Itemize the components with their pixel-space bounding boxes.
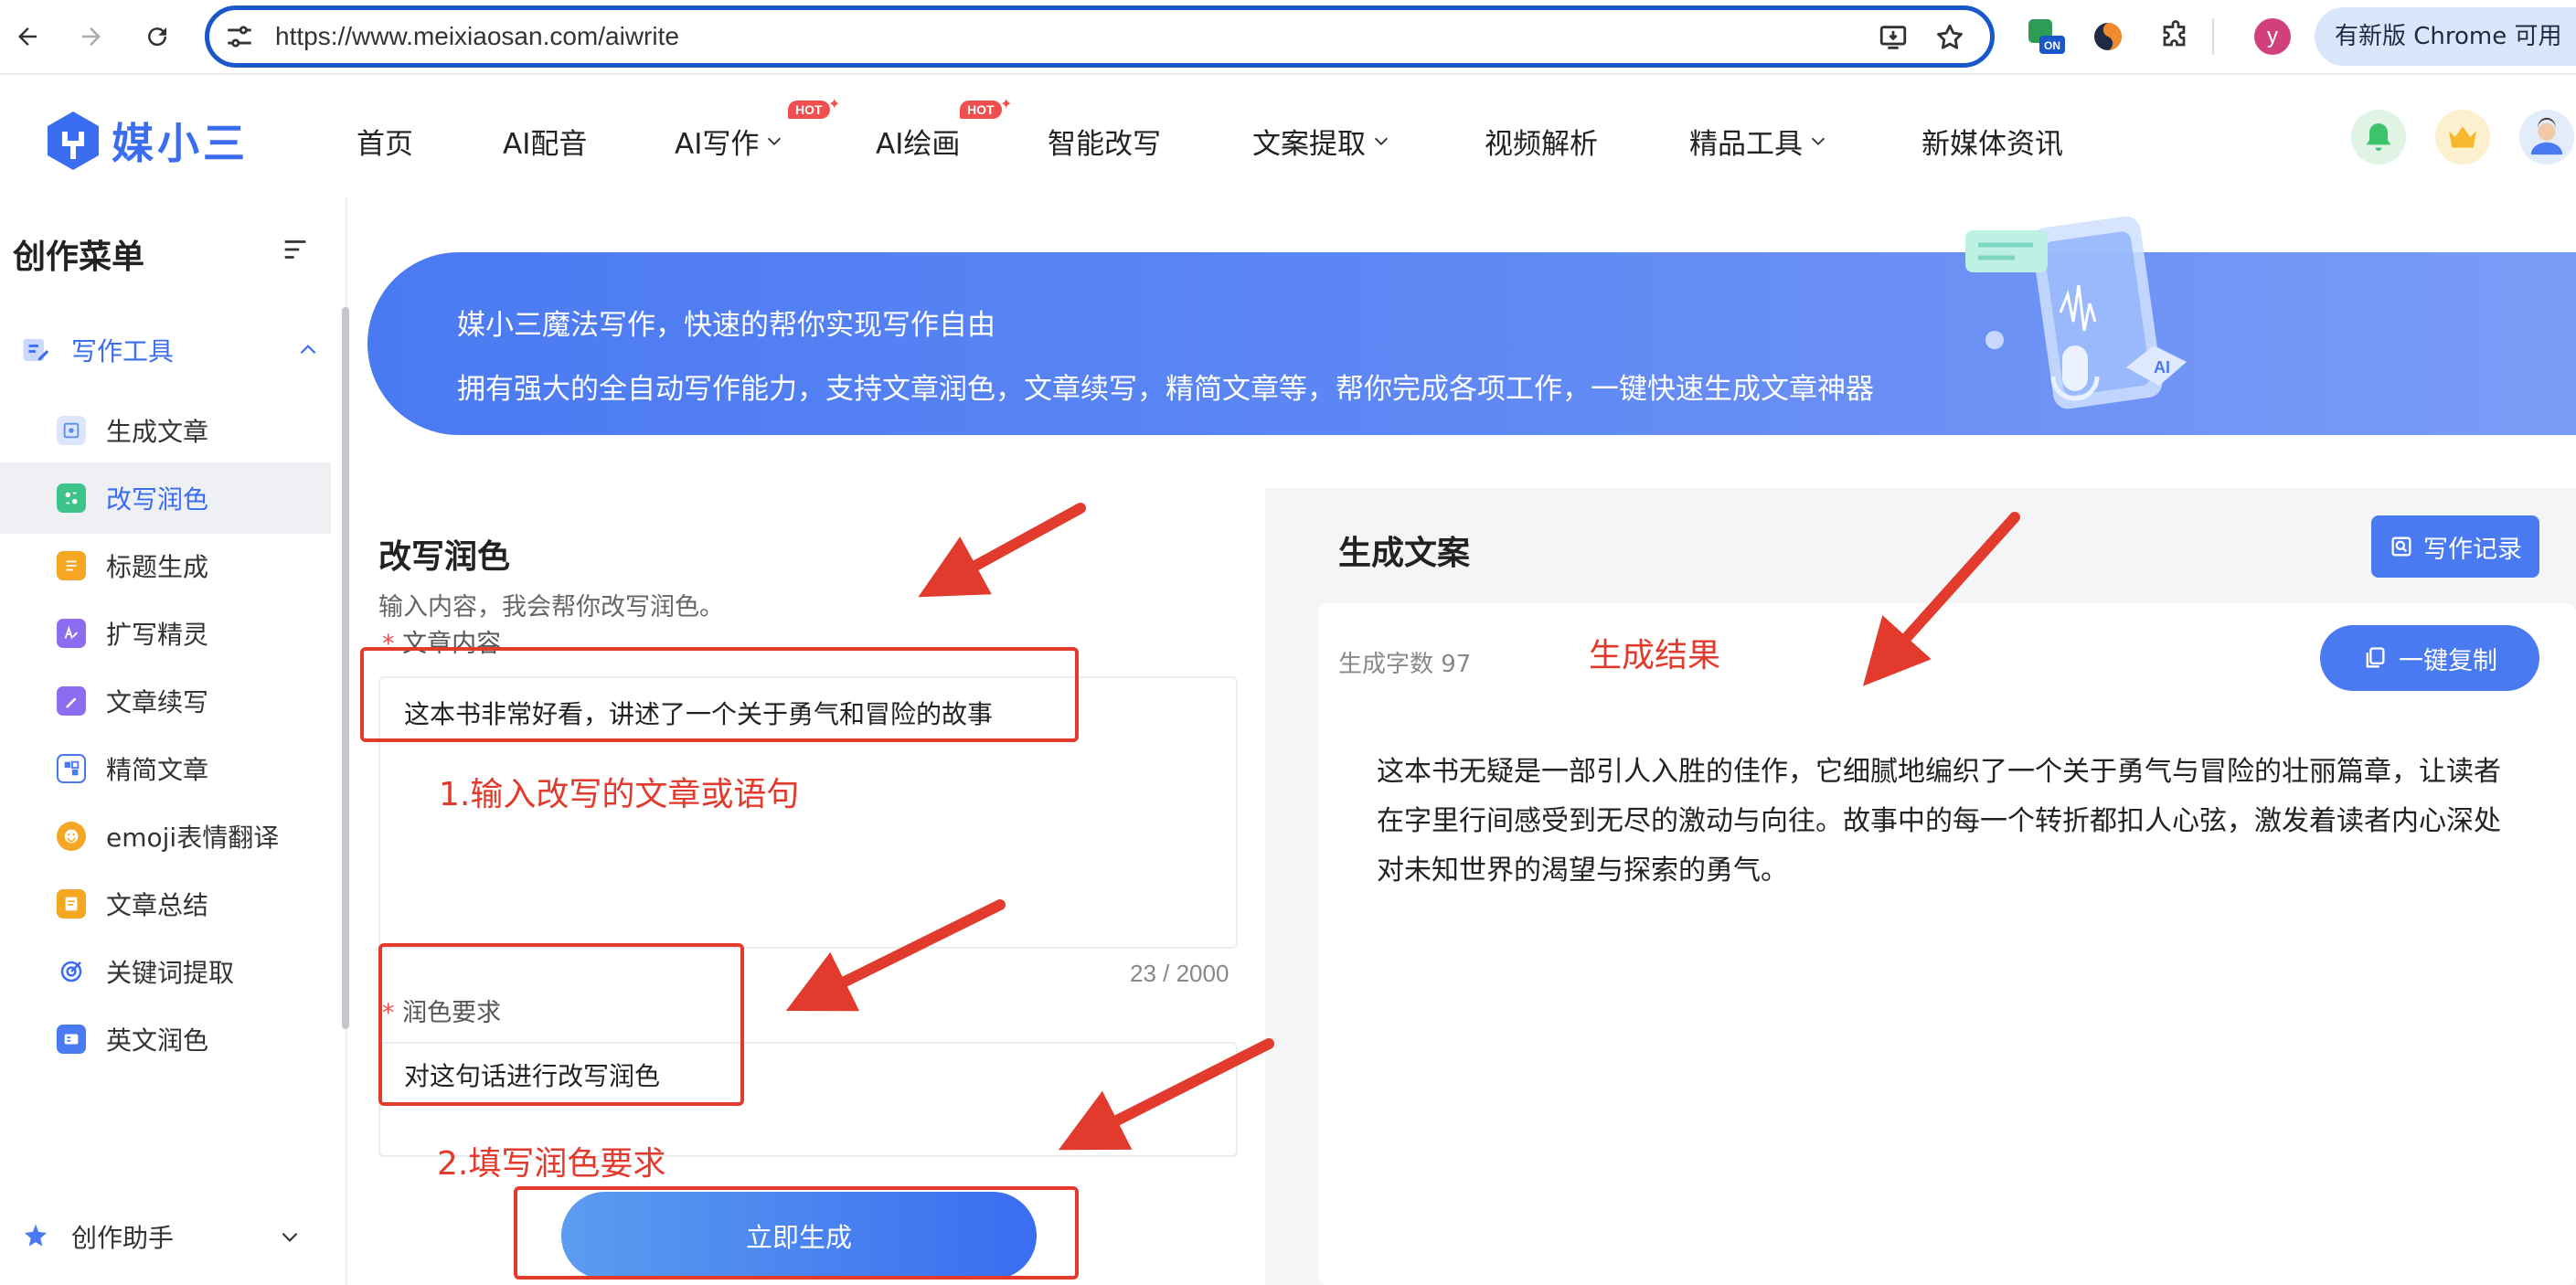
svg-text:AI: AI xyxy=(2154,358,2170,377)
sidebar-item-simplify-article[interactable]: 精简文章 xyxy=(0,733,331,804)
collapse-menu-icon[interactable] xyxy=(280,234,311,269)
logo-mark-icon xyxy=(48,112,99,170)
nav-media-news[interactable]: 新媒体资讯 xyxy=(1921,121,2063,162)
expand-writer-icon xyxy=(57,619,86,648)
nav-copy-extract[interactable]: 文案提取 xyxy=(1252,121,1391,162)
chevron-down-icon xyxy=(1374,137,1389,145)
avatar-icon xyxy=(2530,117,2563,155)
sidebar-title: 创作菜单 xyxy=(13,239,145,276)
rewrite-polish-icon xyxy=(57,483,86,513)
site-header: 媒小三 首页 AI配音 AI写作 HOT ✦ AI绘画 HOT ✦ 智能改写 文… xyxy=(0,77,2576,197)
banner-description: 拥有强大的全自动写作能力，支持文章润色，文章续写，精简文章等，帮你完成各项工作，… xyxy=(457,373,1874,406)
copy-icon xyxy=(2366,647,2385,668)
sidebar: 创作菜单 写作工具 生成文章 改写润色 标题生成 扩写精灵 文章续写 精简文章 … xyxy=(0,197,347,1285)
annotation-arrow xyxy=(918,503,1086,598)
form-subtitle: 输入内容，我会帮你改写润色。 xyxy=(378,593,724,621)
sidebar-item-article-summary[interactable]: 文章总结 xyxy=(0,868,331,940)
ai-phone-illustration: AI xyxy=(1965,216,2187,409)
chevron-down-icon xyxy=(282,1232,298,1242)
nav-premium-tools[interactable]: 精品工具 xyxy=(1689,121,1828,162)
emoji-icon xyxy=(57,822,86,851)
word-count: 生成字数 97 xyxy=(1338,651,1472,678)
svg-text:ON: ON xyxy=(2044,39,2060,52)
extension-on-icon[interactable]: ON xyxy=(2024,15,2068,58)
toolbar-divider xyxy=(2212,18,2214,55)
annotation-box-requirement xyxy=(378,943,744,1106)
sidebar-scrollbar[interactable] xyxy=(342,307,349,1029)
annotation-result: 生成结果 xyxy=(1589,637,1721,674)
result-card xyxy=(1318,603,2576,1285)
nav-video-parse[interactable]: 视频解析 xyxy=(1485,121,1598,162)
arrow-right-icon xyxy=(82,27,101,46)
sparkle-icon: ✦ xyxy=(1000,95,1013,112)
writing-tools-icon xyxy=(18,333,53,367)
result-title: 生成文案 xyxy=(1338,535,1471,572)
vip-button[interactable] xyxy=(2435,110,2490,165)
extension-circle-icon[interactable] xyxy=(2086,15,2130,58)
banner-headline: 媒小三魔法写作，快速的帮你实现写作自由 xyxy=(457,309,995,342)
chrome-update-button[interactable]: 有新版 Chrome 可用 xyxy=(2315,7,2576,66)
back-button[interactable] xyxy=(4,13,51,60)
browser-toolbar: https://www.meixiaosan.com/aiwrite ON y … xyxy=(0,0,2576,75)
form-title: 改写润色 xyxy=(378,538,511,576)
site-logo[interactable]: 媒小三 xyxy=(44,110,249,172)
sidebar-item-title-generate[interactable]: 标题生成 xyxy=(0,530,331,601)
annotation-box-content xyxy=(360,647,1079,742)
annotation-step1: 1.输入改写的文章或语句 xyxy=(439,776,800,813)
sidebar-item-rewrite-polish[interactable]: 改写润色 xyxy=(0,462,331,534)
chevron-up-icon xyxy=(300,345,316,355)
address-bar[interactable]: https://www.meixiaosan.com/aiwrite xyxy=(205,5,1995,68)
arrow-left-icon xyxy=(18,27,37,46)
bookmark-star-icon[interactable] xyxy=(1932,19,1968,56)
hot-badge: HOT xyxy=(960,101,1002,119)
extensions-puzzle-icon[interactable] xyxy=(2154,15,2198,58)
nav-ai-drawing[interactable]: AI绘画 xyxy=(876,121,960,162)
generate-article-icon xyxy=(57,416,86,445)
nav-ai-dubbing[interactable]: AI配音 xyxy=(503,121,587,162)
title-generate-icon xyxy=(57,551,86,580)
english-polish-icon xyxy=(57,1025,86,1054)
sidebar-group-creation-assistant[interactable]: 创作助手 xyxy=(18,1212,320,1261)
continue-writing-icon xyxy=(57,686,86,716)
notification-button[interactable] xyxy=(2351,110,2406,165)
logo-text: 媒小三 xyxy=(112,119,249,168)
sidebar-item-keyword-extract[interactable]: 关键词提取 xyxy=(0,936,331,1007)
article-summary-icon xyxy=(57,889,86,919)
annotation-box-generate xyxy=(514,1186,1079,1280)
sidebar-item-generate-article[interactable]: 生成文章 xyxy=(0,395,331,466)
user-avatar[interactable] xyxy=(2519,110,2574,165)
sidebar-item-continue-writing[interactable]: 文章续写 xyxy=(0,665,331,737)
chevron-down-icon xyxy=(1811,137,1826,145)
forward-button[interactable] xyxy=(68,13,115,60)
sidebar-item-expand-writer[interactable]: 扩写精灵 xyxy=(0,598,331,669)
chevron-down-icon xyxy=(768,137,782,145)
result-text: 这本书无疑是一部引人入胜的佳作，它细腻地编织了一个关于勇气与冒险的壮丽篇章，让读… xyxy=(1377,756,2501,887)
writing-record-button[interactable]: 写作记录 xyxy=(2371,515,2539,578)
nav-smart-rewrite[interactable]: 智能改写 xyxy=(1048,121,1161,162)
url-text[interactable]: https://www.meixiaosan.com/aiwrite xyxy=(275,21,679,52)
nav-ai-writing[interactable]: AI写作 xyxy=(675,121,784,162)
copy-button[interactable]: 一键复制 xyxy=(2320,625,2539,691)
target-icon xyxy=(57,957,86,986)
simplify-article-icon xyxy=(57,754,86,783)
crown-icon xyxy=(2449,126,2476,148)
annotation-step2: 2.填写润色要求 xyxy=(437,1145,666,1183)
bell-icon xyxy=(2366,123,2391,151)
hot-badge: HOT xyxy=(788,101,830,119)
char-counter: 23 / 2000 xyxy=(1130,960,1229,987)
reload-icon xyxy=(148,27,167,47)
profile-avatar[interactable]: y xyxy=(2254,18,2291,55)
record-icon xyxy=(2391,536,2411,557)
sparkle-icon: ✦ xyxy=(828,95,841,112)
site-info-icon[interactable] xyxy=(224,21,255,56)
creation-assistant-icon xyxy=(18,1219,53,1254)
sidebar-item-english-polish[interactable]: 英文润色 xyxy=(0,1004,331,1075)
nav-home[interactable]: 首页 xyxy=(357,121,413,162)
reload-button[interactable] xyxy=(133,13,181,60)
hero-banner: 媒小三魔法写作，快速的帮你实现写作自由 拥有强大的全自动写作能力，支持文章润色，… xyxy=(367,252,2576,435)
sidebar-group-writing-tools[interactable]: 写作工具 xyxy=(18,325,320,375)
install-app-icon[interactable] xyxy=(1875,19,1911,56)
sidebar-item-emoji-translate[interactable]: emoji表情翻译 xyxy=(0,801,331,872)
